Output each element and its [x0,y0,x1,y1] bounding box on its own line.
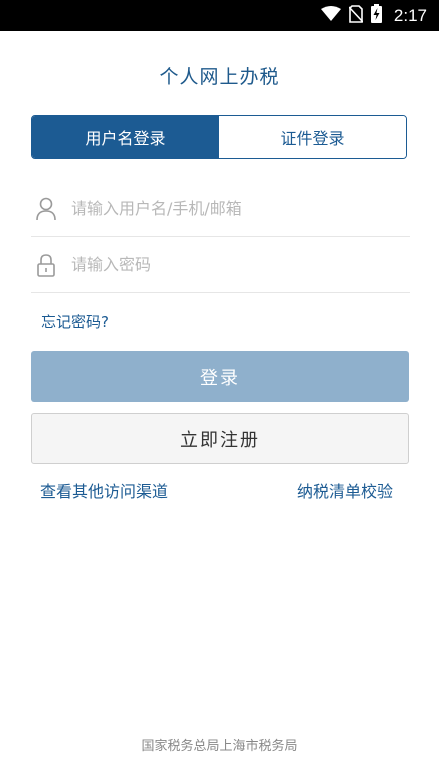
forgot-password-link[interactable]: 忘记密码? [41,311,109,332]
app-screen: 2:17 个人网上办税 用户名登录 证件登录 忘记密码? 登录 [0,0,439,780]
password-row [31,237,410,293]
tab-id-login[interactable]: 证件登录 [219,116,406,158]
status-bar: 2:17 [0,0,439,31]
username-input[interactable] [69,187,410,230]
tab-username-login[interactable]: 用户名登录 [32,116,219,158]
wifi-icon [320,5,341,26]
user-icon [35,196,57,222]
page-title: 个人网上办税 [159,66,280,88]
footer-text: 国家税务总局上海市税务局 [141,739,298,754]
username-row [31,181,410,237]
register-button[interactable]: 立即注册 [31,413,409,464]
other-channels-link[interactable]: 查看其他访问渠道 [40,478,168,502]
password-input[interactable] [69,243,410,286]
battery-charging-icon [370,4,382,27]
login-button[interactable]: 登录 [31,351,409,402]
lock-icon [35,252,57,278]
tax-list-check-link[interactable]: 纳税清单校验 [297,478,393,502]
login-tabs: 用户名登录 证件登录 [31,115,407,159]
status-icons: 2:17 [320,0,427,31]
no-sim-icon [348,4,364,27]
status-time: 2:17 [393,5,427,25]
